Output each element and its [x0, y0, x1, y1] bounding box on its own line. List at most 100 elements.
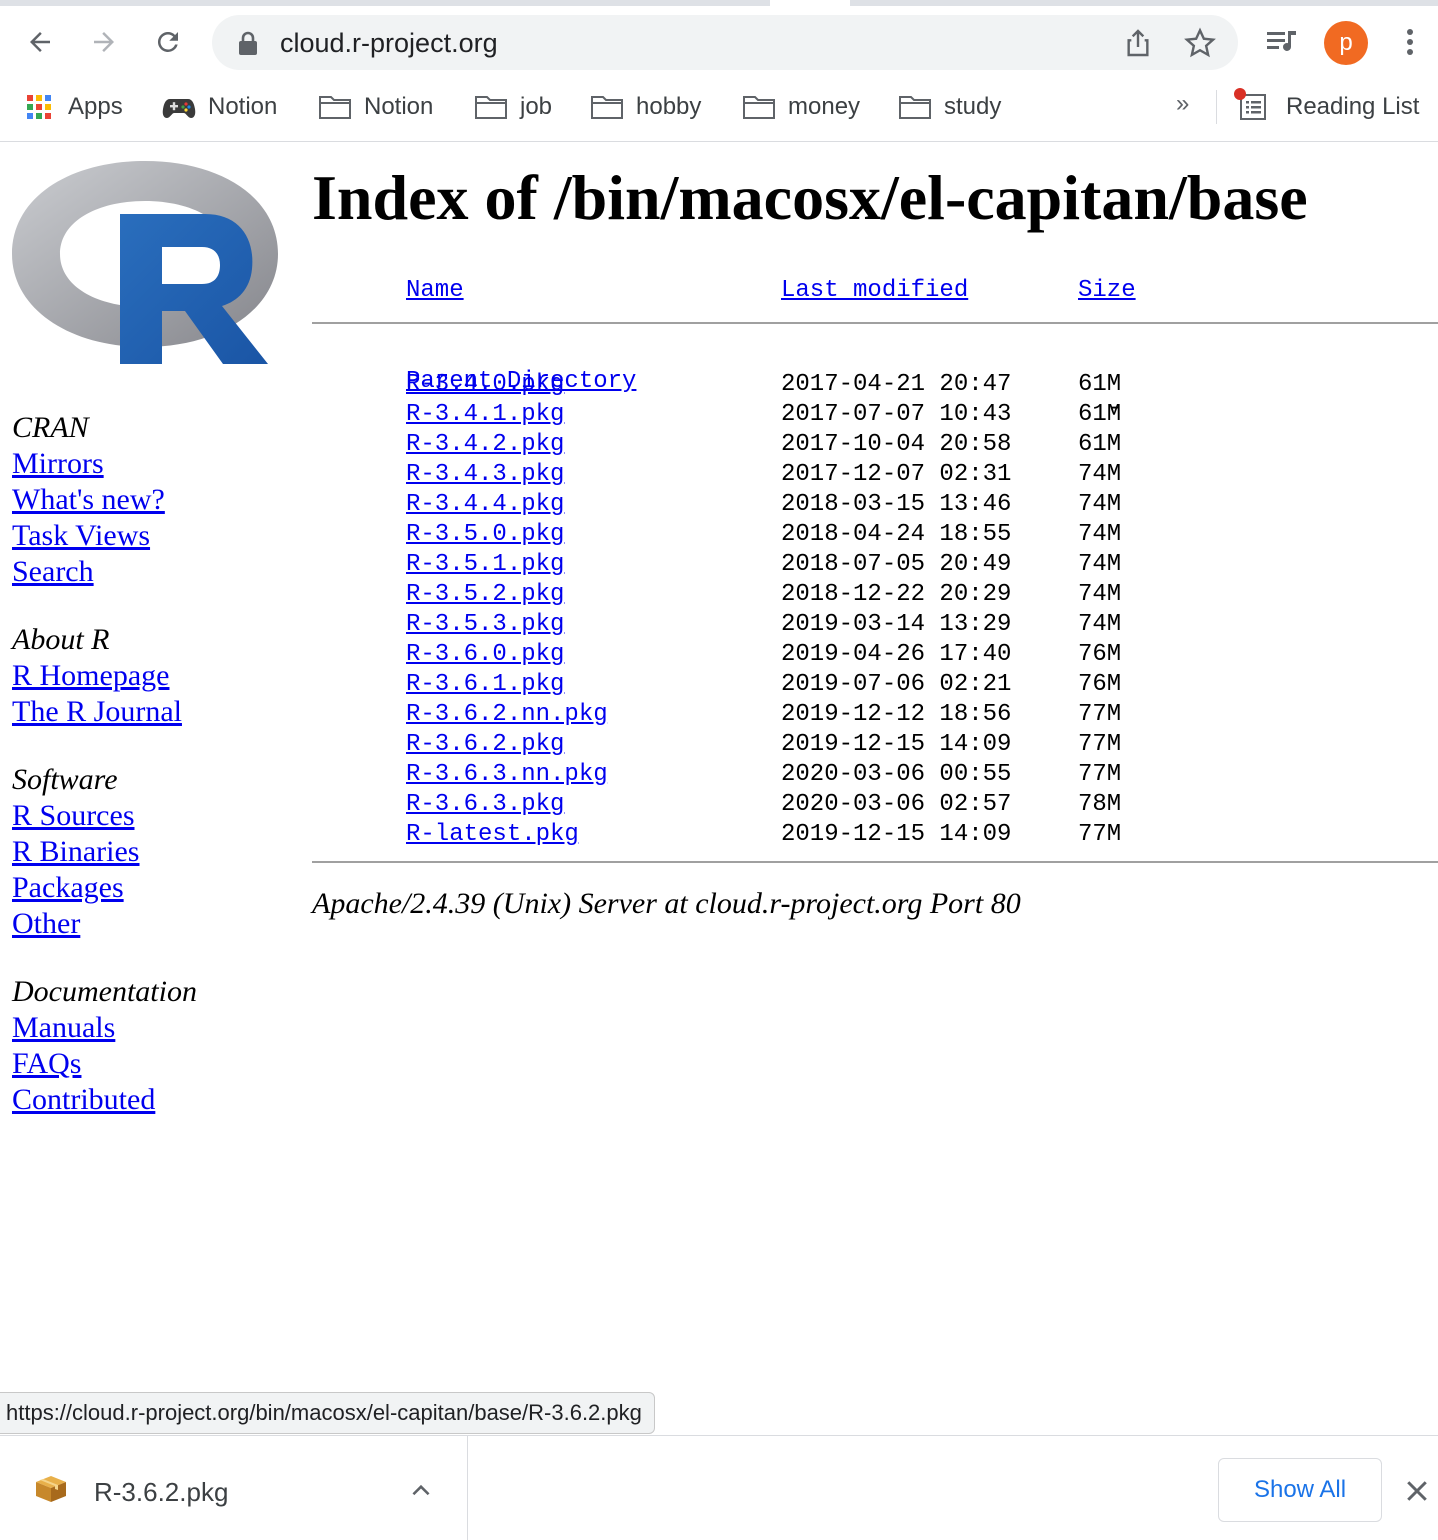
file-size: 74M [1078, 521, 1122, 548]
download-item[interactable]: R-3.6.2.pkg [0, 1436, 468, 1540]
more-bookmarks-chevron[interactable]: » [1176, 90, 1189, 118]
file-link[interactable]: R-latest.pkg [406, 821, 579, 848]
sidebar-link-whats-new[interactable]: What's new? [12, 482, 292, 518]
bookmark-folder-money[interactable]: money [742, 90, 860, 124]
bookmark-label: hobby [636, 93, 702, 120]
sidebar-link-other[interactable]: Other [12, 906, 292, 942]
sidebar-link-mirrors[interactable]: Mirrors [12, 446, 292, 482]
file-link[interactable]: R-3.4.1.pkg [406, 401, 564, 428]
sidebar-heading: Software [12, 763, 118, 796]
bookmark-notion-game[interactable]: Notion [162, 90, 277, 124]
bookmark-apps[interactable]: Apps [22, 90, 123, 124]
file-link[interactable]: R-3.5.1.pkg [406, 551, 564, 578]
close-icon[interactable] [1402, 1476, 1432, 1506]
file-row: R-3.4.0.pkg 2017-04-21 20:47 61M [312, 371, 1438, 401]
file-date: 2019-12-15 14:09 [781, 821, 1012, 848]
bookmark-star-icon[interactable] [1184, 27, 1216, 59]
file-link[interactable]: R-3.4.4.pkg [406, 491, 564, 518]
forward-button[interactable] [84, 22, 124, 62]
file-date: 2017-04-21 20:47 [781, 371, 1012, 398]
reading-list-icon [1234, 88, 1268, 122]
file-link[interactable]: R-3.6.2.nn.pkg [406, 701, 608, 728]
sidebar-group-cran: CRAN Mirrors What's new? Task Views Sear… [12, 410, 292, 590]
reading-list-label: Reading List [1286, 93, 1420, 120]
file-date: 2017-10-04 20:58 [781, 431, 1012, 458]
bookmark-label: study [944, 93, 1002, 120]
url-text: cloud.r-project.org [280, 28, 498, 58]
file-link[interactable]: R-3.6.0.pkg [406, 641, 564, 668]
sidebar-link-r-homepage[interactable]: R Homepage [12, 658, 292, 694]
folder-icon [898, 92, 932, 122]
bookmark-folder-study[interactable]: study [898, 90, 1001, 124]
sidebar-link-r-sources[interactable]: R Sources [12, 798, 292, 834]
file-row: R-3.4.3.pkg 2017-12-07 02:31 74M [312, 461, 1438, 491]
sort-by-name-link[interactable]: Name [406, 277, 464, 304]
file-size: 76M [1078, 671, 1122, 698]
link-status-bubble: https://cloud.r-project.org/bin/macosx/e… [0, 1392, 655, 1434]
sidebar-link-task-views[interactable]: Task Views [12, 518, 292, 554]
file-size: 74M [1078, 491, 1122, 518]
folder-icon [474, 92, 508, 122]
file-row: R-3.5.3.pkg 2019-03-14 13:29 74M [312, 611, 1438, 641]
sidebar-link-r-binaries[interactable]: R Binaries [12, 834, 292, 870]
sort-by-date-link[interactable]: Last modified [781, 277, 968, 304]
header-divider [312, 322, 1438, 324]
file-link[interactable]: R-3.4.2.pkg [406, 431, 564, 458]
r-logo[interactable] [10, 159, 280, 369]
bookmark-label: Notion [208, 93, 278, 120]
back-button[interactable] [20, 22, 60, 62]
file-date: 2019-12-15 14:09 [781, 731, 1012, 758]
sidebar-link-contributed[interactable]: Contributed [12, 1082, 292, 1118]
reading-list-button[interactable]: Reading List [1234, 88, 1420, 124]
sidebar-heading: Documentation [12, 975, 197, 1008]
bookmark-folder-notion[interactable]: Notion [318, 90, 433, 124]
browser-menu-button[interactable] [1390, 22, 1430, 62]
share-icon[interactable] [1122, 27, 1154, 59]
chevron-up-icon[interactable] [408, 1478, 434, 1504]
media-control-button[interactable] [1262, 22, 1302, 62]
sidebar-link-search[interactable]: Search [12, 554, 292, 590]
file-size: 77M [1078, 731, 1122, 758]
file-link[interactable]: R-3.5.0.pkg [406, 521, 564, 548]
bookmark-label: Apps [68, 93, 123, 120]
address-bar[interactable]: cloud.r-project.org [212, 15, 1238, 70]
file-link[interactable]: R-3.5.3.pkg [406, 611, 564, 638]
sidebar-link-r-journal[interactable]: The R Journal [12, 694, 292, 730]
browser-toolbar: cloud.r-project.org p [0, 6, 1438, 76]
file-row: R-3.6.1.pkg 2019-07-06 02:21 76M [312, 671, 1438, 701]
file-link[interactable]: R-3.6.3.nn.pkg [406, 761, 608, 788]
file-link[interactable]: R-3.4.3.pkg [406, 461, 564, 488]
reload-icon [157, 31, 178, 52]
sidebar: CRAN Mirrors What's new? Task Views Sear… [12, 410, 292, 1150]
kebab-menu-icon [1407, 29, 1413, 55]
bookmark-folder-job[interactable]: job [474, 90, 552, 124]
file-link[interactable]: R-3.6.3.pkg [406, 791, 564, 818]
bookmark-folder-hobby[interactable]: hobby [590, 90, 701, 124]
file-link[interactable]: R-3.4.0.pkg [406, 371, 564, 398]
sidebar-link-manuals[interactable]: Manuals [12, 1010, 292, 1046]
show-all-button[interactable]: Show All [1218, 1458, 1382, 1522]
file-date: 2019-07-06 02:21 [781, 671, 1012, 698]
file-row: R-3.6.2.nn.pkg 2019-12-12 18:56 77M [312, 701, 1438, 731]
bookmarks-divider [1216, 90, 1217, 124]
forward-arrow-icon [94, 32, 114, 52]
file-row: R-latest.pkg 2019-12-15 14:09 77M [312, 821, 1438, 851]
profile-avatar[interactable]: p [1324, 21, 1368, 65]
bookmark-label: Notion [364, 93, 434, 120]
file-size: 74M [1078, 551, 1122, 578]
file-row: R-3.5.2.pkg 2018-12-22 20:29 74M [312, 581, 1438, 611]
file-link[interactable]: R-3.6.2.pkg [406, 731, 564, 758]
notification-dot [1234, 88, 1246, 100]
file-date: 2020-03-06 02:57 [781, 791, 1012, 818]
file-date: 2017-12-07 02:31 [781, 461, 1012, 488]
sidebar-group-software: Software R Sources R Binaries Packages O… [12, 762, 292, 942]
file-date: 2018-07-05 20:49 [781, 551, 1012, 578]
file-link[interactable]: R-3.6.1.pkg [406, 671, 564, 698]
reload-button[interactable] [148, 22, 188, 62]
sort-by-size-link[interactable]: Size [1078, 277, 1136, 304]
file-row: R-3.5.0.pkg 2018-04-24 18:55 74M [312, 521, 1438, 551]
file-row: R-3.4.2.pkg 2017-10-04 20:58 61M [312, 431, 1438, 461]
sidebar-link-packages[interactable]: Packages [12, 870, 292, 906]
file-link[interactable]: R-3.5.2.pkg [406, 581, 564, 608]
sidebar-link-faqs[interactable]: FAQs [12, 1046, 292, 1082]
